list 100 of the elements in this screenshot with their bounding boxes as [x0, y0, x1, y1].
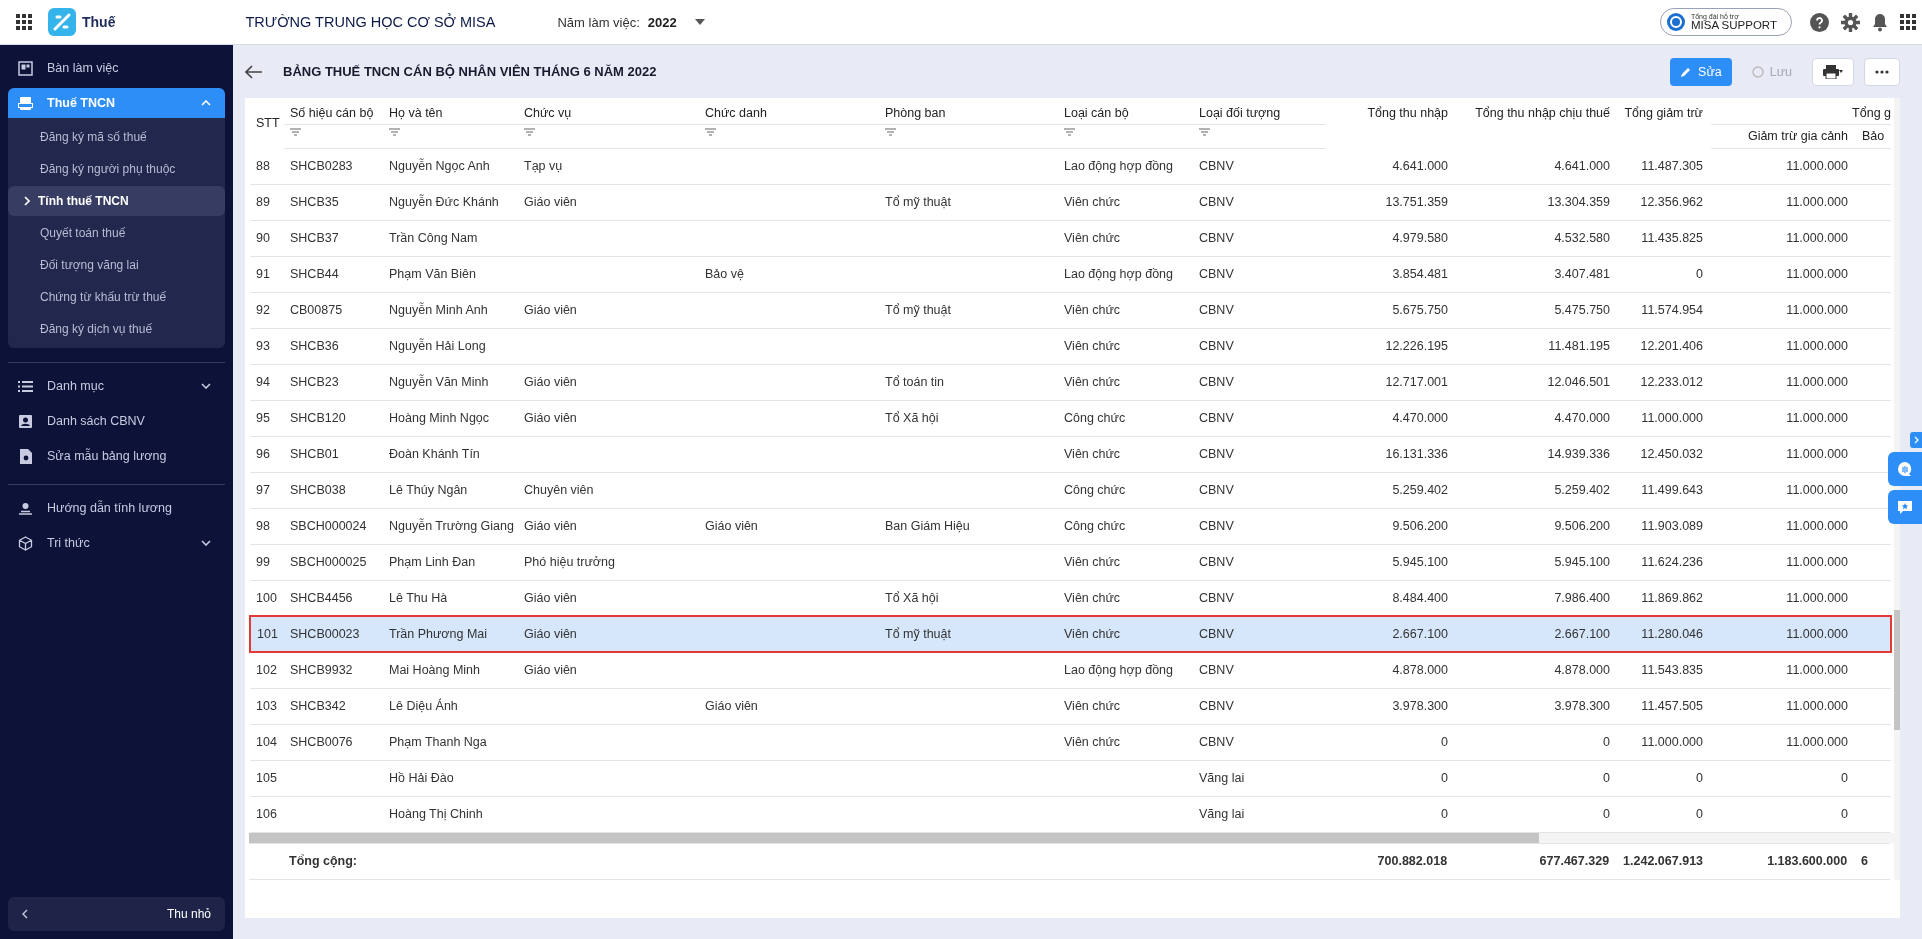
table-cell: Giáo viên	[524, 519, 577, 533]
filter-icon[interactable]	[705, 127, 716, 136]
submenu-item[interactable]: Đăng ký dịch vụ thuế	[8, 314, 225, 344]
table-cell: SHCB342	[290, 699, 346, 713]
table-cell: Phạm Thanh Nga	[389, 735, 487, 749]
filter-icon[interactable]	[524, 127, 535, 136]
help-icon[interactable]	[1810, 12, 1829, 32]
table-cell: SHCB01	[290, 447, 339, 461]
table-cell: Lê Thu Hà	[389, 590, 448, 605]
apps-grid-icon[interactable]	[16, 14, 32, 30]
table-cell: Lao động hợp đồng	[1064, 159, 1173, 173]
table-cell: Tổ Xã hội	[885, 590, 939, 605]
table-cell: 99	[256, 555, 270, 569]
sidebar-item[interactable]: Hướng dẫn tính lương	[8, 493, 225, 523]
notification-bell-icon[interactable]	[1872, 12, 1888, 32]
table-cell: SHCB44	[290, 267, 339, 281]
table-row[interactable]: 91 SHCB44 Phạm Văn Biên Bảo vệ Lao động hợp đồng CBNV 3.854.481 3.407.481 0 11.000.000	[250, 256, 1891, 292]
table-cell: 5.945.100	[1554, 555, 1610, 569]
table-cell: 11.481.195	[1548, 339, 1610, 353]
column-header: Tổng thu nhập chịu thuế	[1474, 105, 1611, 122]
table-cell: 3.978.300	[1554, 699, 1610, 713]
table-row[interactable]: 96 SHCB01 Đoàn Khánh Tín Viên chức CBNV 16.131.336 14.939.336 12.450.032 11.000.000	[250, 436, 1891, 472]
more-button[interactable]	[1864, 57, 1900, 86]
table-cell: Viên chức	[1064, 735, 1121, 749]
table-cell: Công chức	[1064, 483, 1126, 497]
submenu-item[interactable]: Đăng ký mã số thuế	[8, 122, 225, 152]
filter-icon[interactable]	[1064, 127, 1075, 136]
horizontal-scrollbar[interactable]	[249, 832, 1894, 843]
page-title: BẢNG THUẾ TNCN CÁN BỘ NHÂN VIÊN THÁNG 6 NĂM 2022	[283, 64, 658, 79]
table-cell: Nguyễn Văn Minh	[389, 375, 489, 389]
table-row[interactable]: 90 SHCB37 Trần Công Nam Viên chức CBNV 4.979.580 4.532.580 11.435.825 11.000.000	[250, 220, 1891, 256]
submenu-item[interactable]: Đăng ký người phụ thuộc	[8, 154, 225, 184]
caret-down-icon[interactable]	[694, 19, 705, 25]
table-cell: Giáo viên	[705, 519, 758, 533]
table-cell: Lao động hợp đồng	[1064, 267, 1173, 281]
table-row[interactable]: 93 SHCB36 Nguyễn Hải Long Viên chức CBNV 12.226.195 11.481.195 12.201.406 11.000.000	[250, 328, 1891, 364]
table-cell: 11.000.000	[1786, 483, 1848, 497]
submenu-item[interactable]: Tính thuế TNCN	[8, 186, 225, 216]
table-row[interactable]: 105 Hồ Hải Đào Vãng lai 0 0 0 0	[250, 760, 1891, 796]
table-cell: 11.000.000	[1786, 447, 1848, 461]
chevron-down-icon	[201, 540, 211, 546]
table-cell: Lê Thúy Ngân	[389, 483, 468, 497]
table-row[interactable]: 103 SHCB342 Lê Diệu Ánh Giáo viên Viên chức CBNV 3.978.300 3.978.300 11.457.505 11.000.000	[250, 688, 1891, 724]
table-cell: 9.506.200	[1554, 519, 1610, 533]
apps-grid-icon[interactable]	[1900, 14, 1916, 30]
table-cell: 0	[1603, 735, 1610, 749]
submenu-item[interactable]: Quyết toán thuế	[8, 218, 225, 248]
table-row[interactable]: 89 SHCB35 Nguyễn Đức Khánh Giáo viên Tổ mỹ thuật Viên chức CBNV 13.751.359 13.304.359 12.356.962 11.000.000	[250, 184, 1891, 220]
table-row[interactable]: 106 Hoàng Thị Chinh Vãng lai 0 0 0 0	[250, 796, 1891, 832]
feedback-button[interactable]	[1888, 490, 1922, 524]
table-cell: Hoàng Thị Chinh	[389, 807, 483, 821]
table-cell: Lê Diệu Ánh	[389, 699, 458, 713]
table-row[interactable]: 101 SHCB00023 Trần Phương Mai Giáo viên Tổ mỹ thuật Viên chức CBNV 2.667.100 2.667.100 11.280.046 11.000.000	[250, 616, 1891, 652]
table-row[interactable]: 95 SHCB120 Hoàng Minh Ngọc Giáo viên Tổ Xã hội Công chức CBNV 4.470.000 4.470.000 11.000.000 11.000.000	[250, 400, 1891, 436]
table-cell: 11.869.862	[1641, 590, 1703, 605]
back-arrow-icon[interactable]	[245, 64, 263, 79]
expand-tab[interactable]	[1910, 432, 1922, 448]
print-button[interactable]	[1812, 57, 1854, 86]
table-row[interactable]: 92 CB00875 Nguyễn Minh Anh Giáo viên Tổ mỹ thuật Viên chức CBNV 5.675.750 5.475.750 11.574.954 11.000.000	[250, 292, 1891, 328]
table-row[interactable]: 98 SBCH000024 Nguyễn Trường Giang Giáo viên Giáo viên Ban Giám Hiệu Công chức CBNV 9.506.200 9.506.200 11.903.089 11.000.000	[250, 508, 1891, 544]
table-row[interactable]: 94 SHCB23 Nguyễn Văn Minh Giáo viên Tổ toán tin Viên chức CBNV 12.717.001 12.046.501 12.233.012 11.000.000	[250, 364, 1891, 400]
vertical-scrollbar[interactable]	[1894, 98, 1900, 880]
table-row[interactable]: 104 SHCB0076 Phạm Thanh Nga Viên chức CBNV 0 0 11.000.000 11.000.000	[250, 724, 1891, 760]
table-cell: 88	[256, 158, 270, 173]
more-icon	[1875, 69, 1889, 74]
table-cell: 11.000.000	[1786, 555, 1848, 569]
submenu-item[interactable]: Đối tượng vãng lai	[8, 250, 225, 280]
filter-icon[interactable]	[1199, 127, 1210, 136]
sidebar-item[interactable]: Danh sách CBNV	[8, 406, 225, 436]
star-message-icon	[1897, 499, 1913, 515]
collapse-button[interactable]: Thu nhỏ	[8, 897, 225, 931]
table-cell: 11.000.000	[1786, 663, 1848, 678]
sidebar-item[interactable]: Bàn làm việc	[8, 53, 225, 83]
table-cell: CBNV	[1199, 699, 1234, 713]
table-row[interactable]: 102 SHCB9932 Mai Hoàng Minh Giáo viên Lao động hợp đồng CBNV 4.878.000 4.878.000 11.543.835 11.000.000	[250, 652, 1891, 688]
table-cell: 93	[256, 339, 270, 353]
table-cell: CBNV	[1199, 590, 1234, 605]
column-header: Chức vụ	[518, 98, 699, 124]
table-cell: 11.000.000	[1641, 735, 1703, 749]
table-cell: SBCH000024	[290, 519, 367, 533]
sidebar-item[interactable]: Danh mục	[8, 371, 225, 401]
sidebar-item[interactable]: Sửa mẫu bảng lương	[8, 441, 225, 471]
table-cell: Phó hiệu trưởng	[524, 555, 615, 569]
filter-icon[interactable]	[389, 127, 400, 136]
table-cell: 11.000.000	[1786, 735, 1848, 749]
table-row[interactable]: 99 SBCH000025 Phạm Linh Đan Phó hiệu trưởng Viên chức CBNV 5.945.100 5.945.100 11.624.236 11.000.000	[250, 544, 1891, 580]
table-cell: 4.470.000	[1554, 411, 1610, 425]
filter-icon[interactable]	[290, 127, 301, 136]
table-row[interactable]: 97 SHCB038 Lê Thúy Ngân Chuyên viên Công chức CBNV 5.259.402 5.259.402 11.499.643 11.000.000	[250, 472, 1891, 508]
submenu-item[interactable]: Chứng từ khấu trừ thuế	[8, 282, 225, 312]
table-row[interactable]: 88 SHCB0283 Nguyễn Ngọc Anh Tạp vụ Lao động hợp đồng CBNV 4.641.000 4.641.000 11.487.305 11.000.000	[250, 148, 1891, 184]
chat-button[interactable]	[1888, 452, 1922, 486]
settings-icon[interactable]	[1841, 12, 1860, 32]
year-value[interactable]: 2022	[647, 14, 677, 30]
table-cell: Nguyễn Hải Long	[389, 339, 486, 353]
filter-icon[interactable]	[885, 127, 896, 136]
sidebar-item[interactable]: Tri thức	[8, 528, 225, 558]
table-cell: CBNV	[1199, 663, 1234, 678]
table-cell: SHCB37	[290, 231, 339, 245]
table-cell: 98	[256, 519, 270, 533]
